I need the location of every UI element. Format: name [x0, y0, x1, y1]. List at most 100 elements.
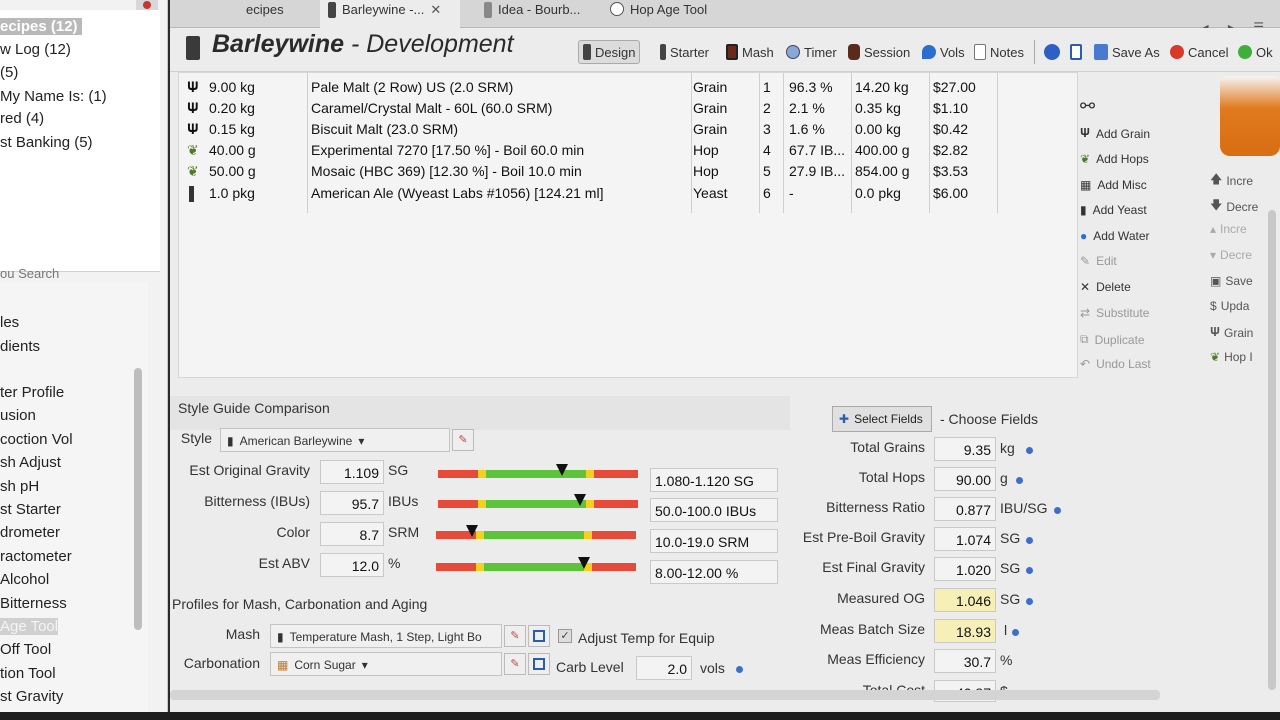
undo-last-button[interactable]: ↶ Undo Last: [1080, 357, 1151, 371]
tool-item[interactable]: drometer: [0, 524, 60, 541]
info-dot[interactable]: [1012, 629, 1019, 636]
table-row[interactable]: 𝚿 0.20 kg Caramel/Crystal Malt - 60L (60…: [179, 98, 999, 119]
tab-idea-bourbon[interactable]: Idea - Bourb...: [476, 0, 588, 28]
tab-recipes[interactable]: ecipes: [238, 0, 292, 28]
tree-item-recipes[interactable]: ecipes (12): [0, 18, 82, 35]
tool-item[interactable]: ter Profile: [0, 384, 64, 401]
mash-tun-icon: [726, 44, 738, 60]
add-misc-button[interactable]: ▦ Add Misc: [1080, 178, 1147, 192]
delete-button[interactable]: ✕ Delete: [1080, 280, 1131, 294]
info-dot[interactable]: [1026, 447, 1033, 454]
design-button[interactable]: Design: [578, 40, 641, 64]
tool-item[interactable]: Bitterness: [0, 595, 67, 612]
tree-item[interactable]: st Banking (5): [0, 134, 93, 151]
notes-icon: [974, 44, 986, 60]
mash-button[interactable]: Mash: [722, 40, 778, 64]
tree-item[interactable]: (5): [0, 64, 18, 81]
add-yeast-button[interactable]: ▮ Add Yeast: [1080, 203, 1147, 217]
duplicate-button[interactable]: ⧉ Duplicate: [1080, 332, 1145, 347]
substitute-button[interactable]: ⇄ Substitute: [1080, 306, 1149, 320]
info-dot[interactable]: [1026, 537, 1033, 544]
session-button[interactable]: Session: [844, 40, 914, 64]
hop-tool-button[interactable]: ❦ Hop I: [1210, 350, 1253, 364]
choose-fields-label: - Choose Fields: [940, 411, 1039, 427]
carbonation-select[interactable]: ▦ Corn Sugar ▾: [270, 652, 502, 676]
select-fields-button[interactable]: ✚ Select Fields: [832, 406, 932, 432]
help-button[interactable]: [1040, 40, 1064, 64]
tool-item[interactable]: usion: [0, 407, 36, 424]
horizontal-scrollbar[interactable]: [170, 690, 1160, 700]
cancel-button[interactable]: Cancel: [1166, 40, 1232, 64]
info-dot[interactable]: [736, 666, 743, 673]
pre-boil-gravity-unit: SG: [1000, 530, 1021, 546]
tool-item[interactable]: tion Tool: [0, 665, 56, 682]
table-row[interactable]: 𝚿 0.15 kg Biscuit Malt (23.0 SRM) Grain …: [179, 119, 999, 140]
increase-button[interactable]: 🡅 Incre: [1210, 170, 1253, 191]
table-row[interactable]: 𝚿 9.00 kg Pale Malt (2 Row) US (2.0 SRM)…: [179, 77, 999, 98]
notes-button[interactable]: Notes: [970, 40, 1028, 64]
carb-level-input[interactable]: 2.0: [636, 656, 692, 680]
increase-small-button[interactable]: ▴ Incre: [1210, 222, 1247, 236]
tool-item-hop-age[interactable]: Age Tool: [0, 618, 59, 635]
adjust-temp-checkbox[interactable]: ✓: [558, 629, 572, 643]
update-cost-button[interactable]: $ Upda: [1210, 299, 1249, 313]
grain-tool-button[interactable]: 𝚿 Grain: [1210, 325, 1253, 340]
save-ingredient-button[interactable]: ▣ Save: [1210, 274, 1253, 288]
close-badge[interactable]: [136, 0, 158, 10]
info-dot[interactable]: [1016, 477, 1023, 484]
final-gravity-unit: SG: [1000, 560, 1021, 576]
title-bar: Barleywine - Development Design Starter …: [170, 28, 1280, 72]
tool-item[interactable]: st Starter: [0, 501, 61, 518]
table-row[interactable]: 1.0 pkg American Ale (Wyeast Labs #1056)…: [179, 183, 999, 204]
edit-style-button[interactable]: ✎: [452, 429, 474, 451]
decrease-button[interactable]: 🡇 Decre: [1210, 196, 1258, 217]
tree-item[interactable]: My Name Is: (1): [0, 88, 107, 105]
add-grain-button[interactable]: 𝚿 Add Grain: [1080, 126, 1150, 141]
tool-item[interactable]: sh pH: [0, 478, 39, 495]
tab-barleywine[interactable]: Barleywine -... ✕: [320, 0, 460, 28]
tool-item[interactable]: coction Vol: [0, 431, 73, 448]
chevron-down-icon: ▾: [361, 658, 368, 672]
measured-og-input[interactable]: 1.046: [934, 588, 996, 612]
tool-item[interactable]: ractometer: [0, 548, 72, 565]
tool-item[interactable]: dients: [0, 338, 40, 355]
tool-item[interactable]: Alcohol: [0, 571, 49, 588]
tab-hop-age-tool[interactable]: Hop Age Tool: [602, 0, 715, 28]
meas-batch-size-input[interactable]: 18.93: [934, 619, 996, 643]
close-icon[interactable]: ✕: [430, 2, 441, 18]
tool-item[interactable]: Off Tool: [0, 641, 51, 658]
starter-button[interactable]: Starter: [656, 40, 713, 64]
save-button[interactable]: [1066, 40, 1086, 64]
save-mash-button[interactable]: [528, 625, 550, 647]
info-dot[interactable]: [1054, 507, 1061, 514]
add-water-button[interactable]: ● Add Water: [1080, 229, 1150, 243]
info-dot[interactable]: [1026, 567, 1033, 574]
table-row[interactable]: ❦ 40.00 g Experimental 7270 [17.50 %] - …: [179, 140, 999, 161]
decrease-small-button[interactable]: ▾ Decre: [1210, 248, 1252, 262]
style-select[interactable]: ▮ American Barleywine ▾: [220, 428, 450, 452]
edit-button[interactable]: ✎ Edit: [1080, 254, 1117, 268]
save-as-button[interactable]: Save As: [1090, 40, 1164, 64]
tool-item[interactable]: st Gravity: [0, 688, 63, 705]
tool-item[interactable]: les: [0, 314, 19, 331]
binoculars-icon[interactable]: ⚯: [1080, 96, 1095, 117]
edit-carbonation-button[interactable]: ✎: [504, 653, 526, 675]
add-hops-button[interactable]: ❦ Add Hops: [1080, 152, 1149, 166]
timer-button[interactable]: Timer: [782, 40, 841, 64]
ingredient-table: 𝚿 9.00 kg Pale Malt (2 Row) US (2.0 SRM)…: [178, 72, 1078, 378]
main-scrollbar[interactable]: [1268, 210, 1276, 690]
vols-button[interactable]: Vols: [918, 40, 969, 64]
info-dot[interactable]: [1026, 598, 1033, 605]
table-row[interactable]: ❦ 50.00 g Mosaic (HBC 369) [12.30 %] - B…: [179, 161, 999, 182]
save-carbonation-button[interactable]: [528, 653, 550, 675]
tree-item-brew-log[interactable]: w Log (12): [0, 41, 71, 58]
ok-button[interactable]: Ok: [1234, 40, 1277, 64]
edit-mash-button[interactable]: ✎: [504, 625, 526, 647]
sidebar-scrollbar[interactable]: [134, 368, 142, 630]
mash-profile-select[interactable]: ▮ Temperature Mash, 1 Step, Light Bo: [270, 624, 502, 648]
color-label: Color: [276, 524, 310, 540]
tree-item[interactable]: red (4): [0, 110, 44, 127]
color-unit: SRM: [388, 524, 420, 540]
cloud-search-label[interactable]: ou Search: [0, 266, 59, 281]
tool-item[interactable]: sh Adjust: [0, 454, 61, 471]
